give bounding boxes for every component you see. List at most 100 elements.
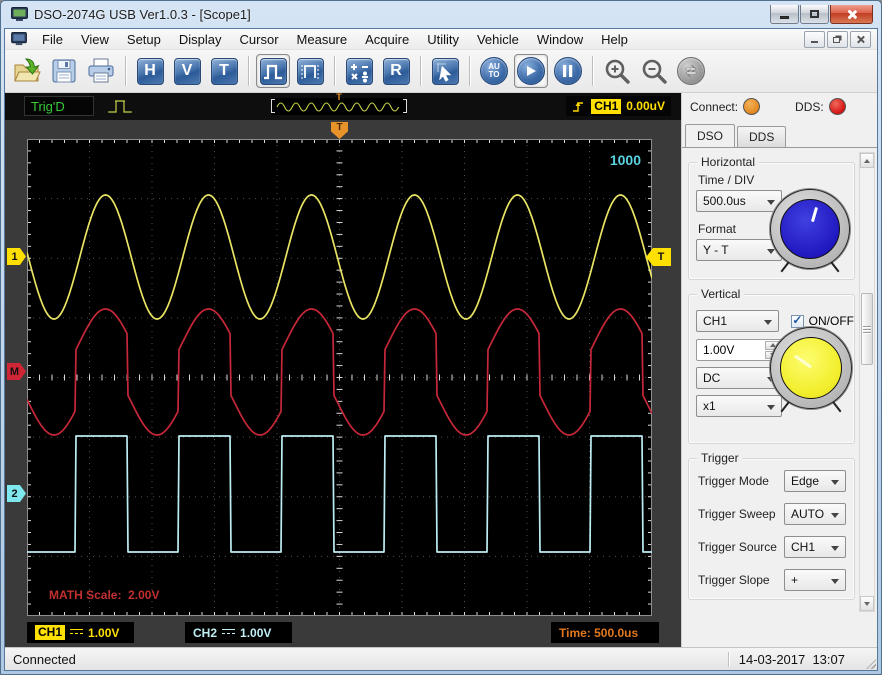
chevron-down-icon bbox=[767, 405, 775, 410]
menu-item-window[interactable]: Window bbox=[528, 31, 592, 48]
maximize-button[interactable] bbox=[800, 5, 829, 24]
reference-button[interactable]: R bbox=[380, 55, 412, 87]
connect-indicator bbox=[743, 98, 760, 115]
title-bar[interactable]: DSO-2074G USB Ver1.0.3 - [Scope1] bbox=[4, 1, 878, 28]
mdi-restore-button[interactable] bbox=[827, 31, 848, 48]
channel-onoff-checkbox[interactable]: ✓ bbox=[791, 315, 804, 328]
tab-dds[interactable]: DDS bbox=[737, 126, 786, 147]
math-button[interactable] bbox=[343, 55, 375, 87]
sample-points-label: 1000 bbox=[610, 152, 641, 168]
horizontal-group-title: Horizontal bbox=[697, 155, 759, 169]
acquire-pulse-icon bbox=[107, 97, 139, 116]
chevron-down-icon bbox=[831, 579, 839, 584]
channel-select[interactable]: CH1 bbox=[696, 310, 779, 332]
menu-item-help[interactable]: Help bbox=[592, 31, 637, 48]
trigger-slope-select[interactable]: + bbox=[784, 569, 846, 591]
menu-item-cursor[interactable]: Cursor bbox=[231, 31, 288, 48]
zoom-in-button[interactable] bbox=[601, 55, 633, 87]
menu-item-view[interactable]: View bbox=[72, 31, 118, 48]
math-scale-label: MATH Scale: 2.00V bbox=[49, 588, 159, 602]
scope-grid bbox=[27, 139, 652, 616]
dc-coupling-icon bbox=[70, 629, 83, 637]
probe-select[interactable]: x1 bbox=[696, 395, 782, 417]
menu-item-measure[interactable]: Measure bbox=[288, 31, 357, 48]
math-ops-icon bbox=[346, 58, 373, 85]
pulse-ref-button[interactable] bbox=[294, 55, 326, 87]
ch1-scale-value: 1.00V bbox=[88, 626, 119, 640]
trigger-menu-button[interactable]: T bbox=[208, 55, 240, 87]
rising-edge-icon bbox=[572, 98, 586, 114]
print-button[interactable] bbox=[85, 55, 117, 87]
trigger-sweep-label: Trigger Sweep bbox=[698, 507, 776, 521]
scroll-thumb[interactable] bbox=[861, 293, 873, 365]
preview-trigger-marker[interactable]: T bbox=[336, 92, 342, 102]
chevron-down-icon bbox=[831, 513, 839, 518]
knob-pointer bbox=[811, 207, 818, 222]
trigger-group: Trigger Trigger Mode Edge Trigger Sweep … bbox=[688, 458, 855, 600]
knob-face bbox=[780, 199, 840, 259]
format-select[interactable]: Y - T bbox=[696, 239, 782, 261]
minimize-button[interactable] bbox=[770, 5, 799, 24]
save-button[interactable] bbox=[48, 55, 80, 87]
close-button[interactable] bbox=[830, 5, 873, 24]
ch1-readout: CH1 1.00V bbox=[27, 622, 134, 643]
pulse-icon bbox=[260, 58, 287, 85]
zoom-out-button[interactable] bbox=[638, 55, 670, 87]
scope-column: Trig'D T bbox=[5, 93, 681, 647]
horizontal-position-knob[interactable] bbox=[770, 189, 850, 269]
dc-coupling-icon bbox=[222, 629, 235, 637]
autoset-button[interactable]: AU TO bbox=[478, 55, 510, 87]
menu-item-utility[interactable]: Utility bbox=[418, 31, 468, 48]
toolbar-separator bbox=[469, 56, 470, 86]
run-button[interactable] bbox=[515, 55, 547, 87]
horizontal-menu-button[interactable]: H bbox=[134, 55, 166, 87]
vertical-menu-button[interactable]: V bbox=[171, 55, 203, 87]
trigger-mode-select[interactable]: Edge bbox=[784, 470, 846, 492]
menu-item-setup[interactable]: Setup bbox=[118, 31, 170, 48]
trigger-readout: CH1 0.00uV bbox=[566, 96, 671, 116]
vertical-group: Vertical CH1 ✓ ON/OFF 1.00V bbox=[688, 294, 855, 444]
time-div-label: Time / DIV bbox=[698, 173, 854, 187]
trigger-sweep-select[interactable]: AUTO bbox=[784, 503, 846, 525]
math-position-marker[interactable]: M bbox=[7, 363, 26, 380]
time-div-select[interactable]: 500.0us bbox=[696, 190, 782, 212]
menu-item-file[interactable]: File bbox=[33, 31, 72, 48]
trigger-mode-label: Trigger Mode bbox=[698, 474, 769, 488]
scope-status-strip: Trig'D T bbox=[5, 93, 681, 120]
trigger-source-select[interactable]: CH1 bbox=[784, 536, 846, 558]
ch2-position-marker[interactable]: 2 bbox=[7, 485, 26, 502]
toolbar-separator bbox=[592, 56, 593, 86]
vertical-position-knob[interactable] bbox=[770, 327, 852, 409]
menu-item-display[interactable]: Display bbox=[170, 31, 231, 48]
vertical-group-title: Vertical bbox=[697, 287, 744, 301]
pause-button[interactable] bbox=[552, 55, 584, 87]
trigger-group-title: Trigger bbox=[697, 451, 743, 465]
menu-item-acquire[interactable]: Acquire bbox=[356, 31, 418, 48]
trigger-source-badge: CH1 bbox=[591, 99, 621, 114]
tab-dso[interactable]: DSO bbox=[685, 124, 735, 147]
open-button[interactable] bbox=[11, 55, 43, 87]
toolbar-separator bbox=[334, 56, 335, 86]
scroll-down-button[interactable] bbox=[860, 596, 874, 611]
panel-scrollbar[interactable] bbox=[859, 152, 875, 612]
trigger-source-label: Trigger Source bbox=[698, 540, 777, 554]
menu-item-vehicle[interactable]: Vehicle bbox=[468, 31, 528, 48]
toolbar-separator bbox=[125, 56, 126, 86]
onoff-label: ON/OFF bbox=[809, 314, 854, 328]
transfer-icon bbox=[677, 57, 705, 85]
mdi-close-button[interactable] bbox=[850, 31, 871, 48]
ch1-position-marker[interactable]: 1 bbox=[7, 248, 26, 265]
waveform-preview[interactable]: T bbox=[271, 98, 407, 115]
cursor-measure-icon bbox=[432, 58, 459, 85]
connection-status-text: Connected bbox=[11, 652, 728, 667]
knob-face bbox=[780, 337, 842, 399]
horizontal-icon: H bbox=[137, 58, 164, 85]
trigger-slope-label: Trigger Slope bbox=[698, 573, 770, 587]
scroll-up-button[interactable] bbox=[860, 153, 874, 168]
pulse-button[interactable] bbox=[257, 55, 289, 87]
cursor-measure-button[interactable] bbox=[429, 55, 461, 87]
control-panel: Connect: DDS: DSO DDS Horizontal Time / … bbox=[681, 93, 877, 647]
mdi-minimize-button[interactable] bbox=[804, 31, 825, 48]
trigger-time-marker[interactable]: T bbox=[331, 122, 348, 139]
volts-div-stepper[interactable]: 1.00V bbox=[696, 339, 782, 361]
